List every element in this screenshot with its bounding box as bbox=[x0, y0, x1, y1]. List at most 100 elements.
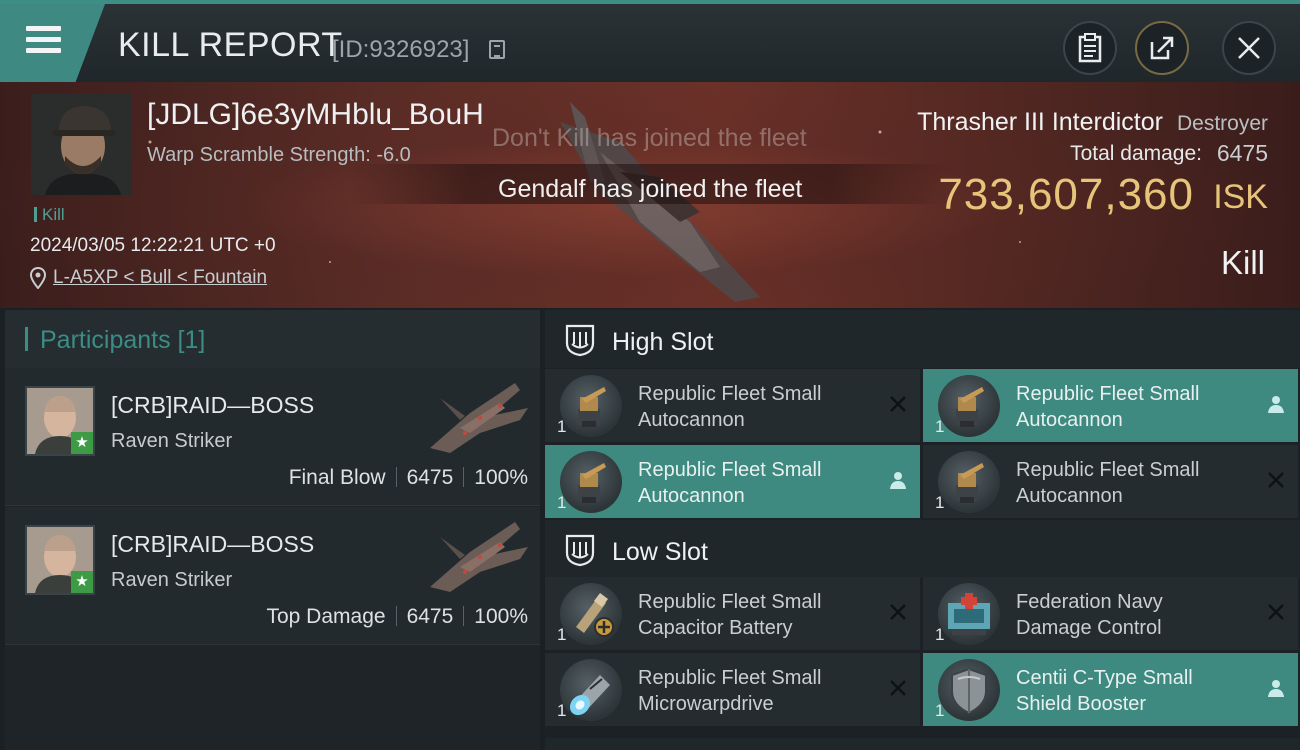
star-icon: ★ bbox=[71, 571, 93, 593]
module-name-line: Autocannon bbox=[638, 485, 745, 507]
share-button[interactable] bbox=[1135, 21, 1189, 75]
destroyed-x-icon bbox=[1268, 604, 1284, 620]
low-slot-header: Low Slot bbox=[545, 520, 1300, 578]
participant-stats: Final Blow 6475 100% bbox=[289, 466, 528, 490]
module-quantity: 1 bbox=[557, 625, 567, 644]
destroyed-x-icon bbox=[890, 396, 906, 412]
kill-result: Kill bbox=[1220, 244, 1265, 281]
participant-role: Top Damage bbox=[266, 605, 386, 628]
module-name-line: Republic Fleet Small bbox=[638, 591, 822, 613]
module-slot[interactable]: 1 Republic Fleet Small Capacitor Battery bbox=[545, 577, 920, 650]
person-icon bbox=[890, 472, 906, 489]
participant-stats: Top Damage 6475 100% bbox=[266, 605, 528, 629]
module-name-line: Shield Booster bbox=[1016, 693, 1147, 715]
autocannon-icon bbox=[560, 375, 622, 437]
kill-timestamp: 2024/03/05 12:22:21 UTC +0 bbox=[30, 235, 276, 256]
participants-header: Participants [1] bbox=[5, 310, 540, 368]
module-name: Republic Fleet Small Autocannon bbox=[638, 457, 888, 509]
module-slot[interactable]: 1 Republic Fleet Small Autocannon bbox=[923, 369, 1298, 442]
module-slot[interactable]: 1 Republic Fleet Small Autocannon bbox=[923, 445, 1298, 518]
fleet-notification-faded: Don't Kill has joined the fleet bbox=[492, 124, 807, 152]
victim-avatar bbox=[31, 94, 132, 195]
close-icon bbox=[1238, 37, 1260, 59]
module-name-line: Capacitor Battery bbox=[638, 617, 793, 639]
participant-ship: Raven Striker bbox=[111, 569, 233, 591]
module-name-line: Autocannon bbox=[1016, 409, 1123, 431]
victim-ship-class: Destroyer bbox=[1176, 112, 1268, 135]
participant-ship-icon bbox=[430, 522, 528, 592]
module-name: Republic Fleet Small Autocannon bbox=[638, 381, 888, 433]
low-slot-title: Low Slot bbox=[612, 538, 708, 566]
module-name: Republic Fleet Small Capacitor Battery bbox=[638, 589, 888, 641]
participant-name[interactable]: [CRB]RAID—BOSS bbox=[111, 531, 314, 558]
kill-location-link[interactable]: L-A5XP < Bull < Fountain bbox=[53, 267, 267, 289]
autocannon-icon bbox=[938, 375, 1000, 437]
module-name: Federation Navy Damage Control bbox=[1016, 589, 1266, 641]
divider bbox=[463, 606, 465, 626]
kill-tag: Kill bbox=[34, 205, 65, 225]
hamburger-icon-bar bbox=[26, 37, 61, 42]
module-slot[interactable]: 1 Federation Navy Damage Control bbox=[923, 577, 1298, 650]
divider bbox=[395, 606, 397, 626]
participant-damage: 6475 bbox=[406, 605, 454, 628]
participant-percent: 100% bbox=[474, 605, 528, 628]
divider bbox=[395, 467, 397, 487]
person-icon bbox=[1268, 680, 1284, 697]
participant-avatar[interactable]: ★ bbox=[25, 525, 95, 595]
high-slot-title: High Slot bbox=[612, 328, 714, 356]
module-name-line: Republic Fleet Small bbox=[1016, 459, 1200, 481]
microwarpdrive-icon bbox=[560, 659, 622, 721]
victim-portrait[interactable] bbox=[31, 94, 132, 195]
destroyed-x-icon bbox=[1268, 472, 1284, 488]
total-damage-label: Total damage: bbox=[1070, 142, 1202, 165]
fitting-panel: High Slot 1 Republic Fleet Small Autocann… bbox=[545, 310, 1300, 750]
module-quantity: 1 bbox=[557, 493, 567, 512]
high-slot-header: High Slot bbox=[545, 310, 1300, 368]
header-accent bbox=[25, 327, 28, 351]
next-slot-header-partial bbox=[545, 738, 1300, 750]
victim-name[interactable]: [JDLG]6e3yMHblu_BouH bbox=[147, 98, 484, 132]
module-quantity: 1 bbox=[557, 417, 567, 436]
share-icon bbox=[1150, 36, 1174, 60]
participant-role: Final Blow bbox=[288, 466, 386, 489]
autocannon-icon bbox=[560, 451, 622, 513]
isk-unit: ISK bbox=[1213, 178, 1268, 216]
participant-name[interactable]: [CRB]RAID—BOSS bbox=[111, 392, 314, 419]
page-title: KILL REPORT bbox=[118, 26, 343, 64]
clipboard-button[interactable] bbox=[1063, 21, 1117, 75]
person-icon bbox=[1268, 396, 1284, 413]
copy-id-icon[interactable] bbox=[489, 40, 505, 59]
module-name-line: Microwarpdrive bbox=[638, 693, 774, 715]
participant-row[interactable]: ★ [CRB]RAID—BOSS Raven Striker Final Blo… bbox=[5, 368, 540, 506]
capacitor-battery-icon bbox=[560, 583, 622, 645]
hamburger-icon-bar bbox=[26, 48, 61, 53]
module-quantity: 1 bbox=[557, 701, 567, 720]
participant-ship: Raven Striker bbox=[111, 430, 233, 452]
menu-button[interactable] bbox=[0, 4, 105, 82]
module-name: Republic Fleet Small Autocannon bbox=[1016, 381, 1266, 433]
module-slot[interactable]: 1 Republic Fleet Small Microwarpdrive bbox=[545, 653, 920, 726]
module-slot[interactable]: 1 Republic Fleet Small Autocannon bbox=[545, 445, 920, 518]
module-quantity: 1 bbox=[935, 417, 945, 436]
close-button[interactable] bbox=[1222, 21, 1276, 75]
module-name-line: Republic Fleet Small bbox=[638, 459, 822, 481]
top-bar: KILL REPORT [ID:9326923] bbox=[0, 0, 1300, 82]
module-name-line: Republic Fleet Small bbox=[638, 383, 822, 405]
participant-avatar[interactable]: ★ bbox=[25, 386, 95, 456]
module-slot[interactable]: 1 Centii C-Type Small Shield Booster bbox=[923, 653, 1298, 726]
module-name: Republic Fleet Small Microwarpdrive bbox=[638, 665, 888, 717]
star-icon: ★ bbox=[71, 432, 93, 454]
module-name-line: Republic Fleet Small bbox=[638, 667, 822, 689]
module-slot[interactable]: 1 Republic Fleet Small Autocannon bbox=[545, 369, 920, 442]
report-id: [ID:9326923] bbox=[332, 36, 470, 63]
participant-row[interactable]: ★ [CRB]RAID—BOSS Raven Striker Top Damag… bbox=[5, 507, 540, 645]
victim-ship-name[interactable]: Thrasher III Interdictor bbox=[917, 108, 1163, 137]
module-name: Republic Fleet Small Autocannon bbox=[1016, 457, 1266, 509]
module-quantity: 1 bbox=[935, 701, 945, 720]
module-name-line: Autocannon bbox=[638, 409, 745, 431]
module-name-line: Autocannon bbox=[1016, 485, 1123, 507]
clipboard-icon bbox=[1078, 33, 1102, 63]
module-name-line: Federation Navy bbox=[1016, 591, 1163, 613]
high-slot-icon bbox=[565, 324, 595, 357]
module-quantity: 1 bbox=[935, 625, 945, 644]
